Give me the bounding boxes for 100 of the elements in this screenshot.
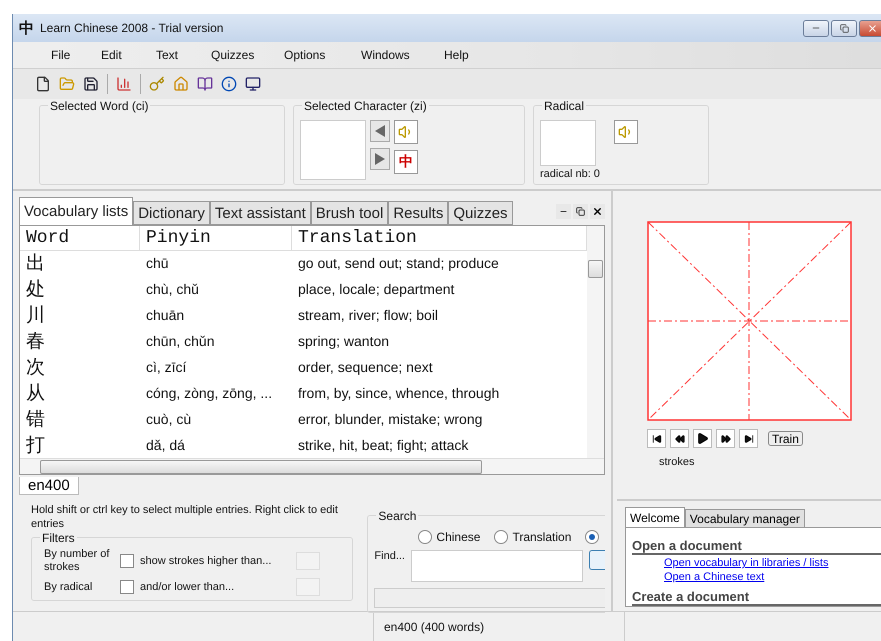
find-button[interactable]	[589, 550, 605, 570]
filter-label: show strokes higher than...	[140, 554, 272, 568]
column-header[interactable]: Translation	[292, 226, 587, 251]
word-cell-text: 次	[25, 355, 46, 380]
pinyin-cell-text: dǎ, dá	[145, 436, 186, 455]
panel-label: Selected Word (ci)	[48, 99, 150, 113]
pinyin-cell-text: cóng, zòng, zōng, ...	[145, 384, 274, 403]
maximize-button[interactable]	[831, 20, 857, 36]
radio-button[interactable]	[585, 530, 600, 544]
new-file-icon	[35, 76, 51, 92]
save-icon	[83, 76, 99, 92]
horizontal-scrollbar[interactable]	[20, 458, 604, 474]
info-button[interactable]	[219, 74, 239, 94]
previous-button[interactable]	[370, 120, 390, 142]
panel-label: Filters	[40, 531, 77, 545]
word-cell-text: 打	[25, 433, 46, 458]
strokes-label: strokes	[658, 456, 696, 468]
left-triangle-icon	[375, 125, 385, 137]
menu-item[interactable]: Options	[284, 48, 361, 62]
panel-label: Selected Character (zi)	[302, 99, 429, 113]
key-icon	[149, 76, 165, 92]
translation-cell-text: place, locale; department	[297, 280, 456, 299]
section-heading: Open a document	[632, 538, 881, 555]
section-heading: Create a document	[632, 589, 881, 606]
bar-chart-icon	[116, 76, 132, 92]
info-icon	[221, 76, 237, 92]
character-box	[300, 120, 366, 180]
menu-item[interactable]: File	[51, 48, 101, 62]
radio-option[interactable]: Chinese	[418, 530, 480, 544]
column-header[interactable]: Word	[20, 226, 140, 251]
document-link[interactable]: Open a Chinese text	[632, 571, 881, 583]
skip-back-button[interactable]	[647, 429, 666, 448]
close-icon	[592, 206, 603, 216]
translation-cell-text: go out, send out; stand; produce	[297, 254, 500, 273]
word-cell-text: 出	[25, 251, 46, 276]
status-text: en400 (400 words)	[373, 612, 625, 641]
train-button[interactable]: Train	[768, 431, 803, 446]
tab[interactable]: Welcome	[625, 507, 685, 527]
skip-back-icon	[652, 434, 662, 444]
tab[interactable]: Text assistant	[210, 201, 311, 225]
restore-icon	[840, 24, 848, 32]
next-button[interactable]	[370, 148, 390, 170]
pinyin-cell-text: chù, chǔ	[145, 280, 200, 299]
translation-cell-text: spring; wanton	[297, 332, 390, 351]
fast-forward-icon	[720, 434, 730, 444]
vertical-scrollbar[interactable]	[587, 226, 604, 458]
word-cell-text: 从	[25, 381, 46, 406]
skip-forward-icon	[744, 434, 754, 444]
column-header[interactable]: Pinyin	[140, 226, 292, 251]
hint-text: Hold shift or ctrl key to select multiple entries. Right click to edit entries	[31, 503, 339, 531]
menu-item[interactable]: Text	[156, 48, 211, 62]
menu-item[interactable]: Edit	[101, 48, 156, 62]
play-button[interactable]	[693, 429, 712, 448]
tab[interactable]: Vocabulary lists	[19, 197, 134, 225]
panel-label: Radical	[542, 99, 586, 113]
play-icon	[696, 432, 709, 445]
minimize-button[interactable]	[556, 204, 571, 218]
document-link[interactable]: Open vocabulary in libraries / lists	[632, 557, 881, 569]
filter-checkbox[interactable]: By radical	[44, 580, 134, 594]
list-tab[interactable]: en400	[19, 477, 79, 495]
find-label: Find...	[374, 550, 405, 562]
tab[interactable]: Vocabulary manager	[684, 509, 805, 527]
rewind-button[interactable]	[670, 429, 689, 448]
pinyin-cell-text: chuān	[145, 306, 186, 325]
skip-forward-button[interactable]	[739, 429, 758, 448]
tab[interactable]: Brush tool	[310, 201, 388, 225]
panel-label: Search	[376, 509, 418, 523]
word-cell-text: 处	[25, 277, 46, 302]
tab[interactable]: Dictionary	[133, 201, 210, 225]
translation-cell-text: stream, river; flow; boil	[297, 306, 440, 325]
word-cell-text: 川	[25, 303, 46, 328]
menu-item[interactable]: Windows	[361, 48, 444, 62]
radio-option[interactable]: Translation	[494, 530, 572, 544]
app-logo-icon: 中	[19, 18, 34, 38]
tab[interactable]: Results	[388, 201, 448, 225]
rewind-icon	[674, 434, 684, 444]
translation-cell-text: order, sequence; next	[297, 358, 434, 377]
fast-forward-button[interactable]	[716, 429, 735, 448]
character-button[interactable]: 中	[394, 150, 418, 174]
translation-cell-text: from, by, since, whence, through	[297, 384, 500, 403]
menu-item[interactable]: Quizzes	[211, 48, 284, 62]
tab[interactable]: Quizzes	[448, 201, 513, 225]
word-cell-text: 错	[25, 407, 46, 432]
close-button[interactable]	[590, 204, 605, 218]
pinyin-cell-text: chū	[145, 254, 170, 273]
translation-cell-text: error, blunder, mistake; wrong	[297, 410, 484, 429]
folder-icon	[59, 76, 75, 92]
pinyin-cell-text: chūn, chǔn	[145, 332, 216, 351]
speaker-button[interactable]	[394, 120, 418, 144]
speaker-button[interactable]	[614, 120, 638, 144]
pinyin-cell-text: cuò, cù	[145, 410, 192, 429]
restore-icon	[576, 206, 585, 216]
find-field[interactable]	[411, 550, 583, 582]
filter-checkbox[interactable]: By number of strokes	[44, 548, 134, 574]
book-icon	[197, 76, 213, 92]
restore-button[interactable]	[573, 204, 588, 218]
radical-box	[540, 120, 596, 166]
house-icon	[173, 76, 189, 92]
menu-item[interactable]: Help	[444, 48, 484, 62]
filter-label: and/or lower than...	[140, 580, 236, 594]
